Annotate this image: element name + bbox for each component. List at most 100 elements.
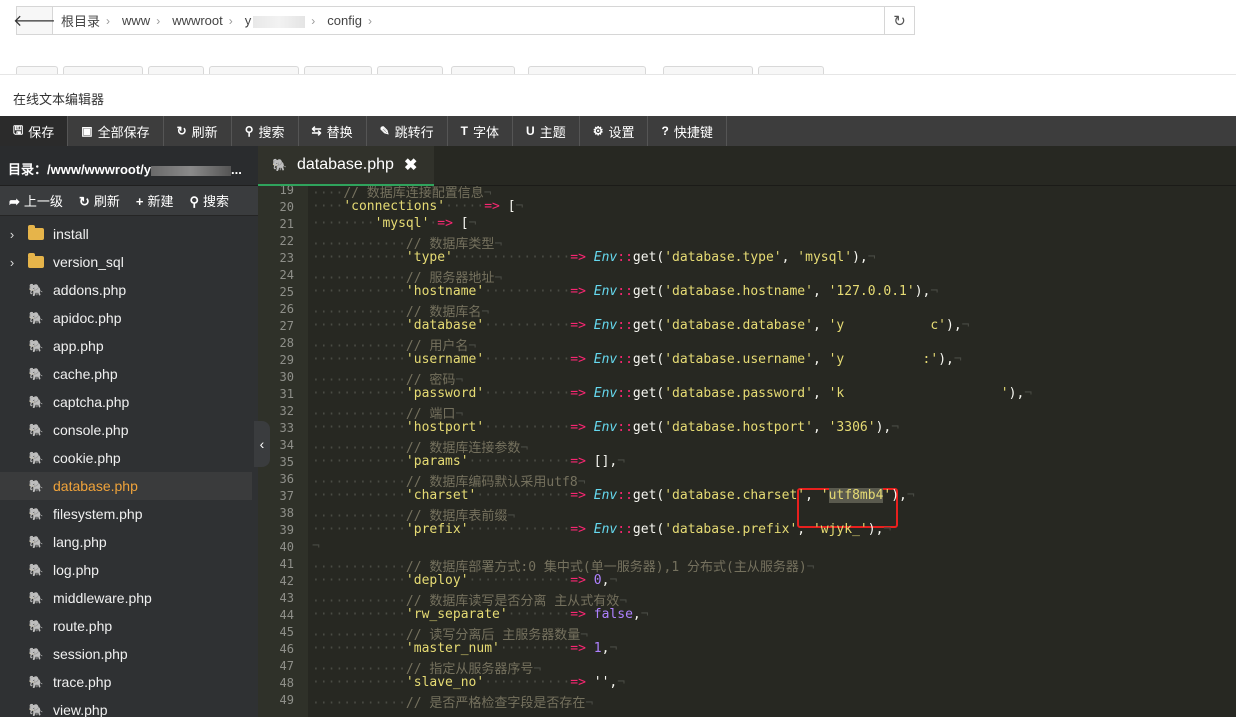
chevron-right-icon: › <box>228 13 233 28</box>
file-name: route.php <box>53 618 113 634</box>
code-operator: => <box>484 199 500 214</box>
toolbar-button-search[interactable]: ⚲ 搜索 <box>232 116 299 146</box>
code-editor[interactable]: 19 20 21 22 23 24 25 26 27 28 29 30 31 32 33 34 35 36 37 38… <box>258 186 1236 717</box>
tab-database-php[interactable]: 🐘 database.php ✖ <box>258 146 434 186</box>
indent-guide: ············ <box>312 488 406 503</box>
code-line: ············'deploy'·············=> 0,¬ <box>312 573 617 588</box>
breadcrumb-item[interactable]: y <box>237 13 312 28</box>
toolbar-button-shortcut[interactable]: ? 快捷键 <box>648 116 727 146</box>
toolbar-button-save[interactable]: 🖫 保存 <box>0 116 69 146</box>
indent-guide: ············ <box>312 420 406 435</box>
php-elephant-icon: 🐘 <box>28 563 44 577</box>
refresh-icon[interactable]: ↻ <box>884 7 914 34</box>
file-name: database.php <box>53 478 138 494</box>
file-list-item[interactable]: › install <box>0 220 252 248</box>
code-operator: :: <box>617 284 633 299</box>
toolbar-button-theme[interactable]: U 主题 <box>513 116 580 146</box>
code-string: 'database.type' <box>664 250 782 265</box>
eol-marker: ¬ <box>585 696 594 711</box>
code-line: ············'username'···········=> Env:… <box>312 352 962 367</box>
toolbar-button-jump[interactable]: ✎ 跳转行 <box>367 116 448 146</box>
toolbar-button-label: 保存 <box>28 124 55 140</box>
code-operator: => <box>570 522 586 537</box>
file-list-item[interactable]: 🐘 cookie.php <box>0 444 252 472</box>
file-list-item[interactable]: › version_sql <box>0 248 252 276</box>
code-key: 'master_num' <box>405 641 500 656</box>
line-number: 44 <box>279 608 294 622</box>
eol-marker: ¬ <box>609 573 618 588</box>
editor-tab-bar: 🐘 database.php ✖ <box>258 146 1236 186</box>
toolbar-button-refresh[interactable]: ↻ 刷新 <box>164 116 232 146</box>
indent-guide: ············ <box>312 318 406 333</box>
code-line: ············'slave_no'···········=> '',¬ <box>312 675 625 690</box>
file-list-item[interactable]: 🐘 session.php <box>0 640 252 668</box>
file-list-item[interactable]: 🐘 app.php <box>0 332 252 360</box>
file-name: filesystem.php <box>53 506 143 522</box>
code-operator: :: <box>617 250 633 265</box>
line-number: 23 <box>279 251 294 265</box>
breadcrumb-item[interactable]: config <box>319 13 368 28</box>
whitespace: ············· <box>468 454 571 469</box>
file-list-item[interactable]: 🐘 captcha.php <box>0 388 252 416</box>
file-list-item[interactable]: 🐘 console.php <box>0 416 252 444</box>
sidebar-action-plus[interactable]: + 新建 <box>127 191 181 210</box>
code-class: Env <box>593 386 618 401</box>
eol-marker: ¬ <box>312 539 320 554</box>
toolbar-button-font[interactable]: T 字体 <box>448 116 514 146</box>
sidebar-action-search[interactable]: ⚲ 搜索 <box>180 191 236 210</box>
file-list-item[interactable]: 🐘 filesystem.php <box>0 500 252 528</box>
toolbar-button-label: 字体 <box>473 124 500 140</box>
breadcrumb-item[interactable]: 根目录 <box>53 11 106 30</box>
toolbar-button-save-all[interactable]: ▣ 全部保存 <box>68 116 164 146</box>
code-key: 'rw_separate' <box>405 607 508 622</box>
toolbar-button-replace[interactable]: ⇆ 替换 <box>299 116 367 146</box>
back-arrow-icon[interactable]: 🡐 <box>13 7 56 34</box>
sidebar-action-refresh[interactable]: ↻ 刷新 <box>70 191 127 210</box>
whitespace: ····· <box>445 199 485 214</box>
breadcrumb-item[interactable]: wwwroot <box>164 13 229 28</box>
file-list-item[interactable]: 🐘 cache.php <box>0 360 252 388</box>
toolbar-button-settings[interactable]: ⚙ 设置 <box>580 116 649 146</box>
file-list-item[interactable]: 🐘 middleware.php <box>0 584 252 612</box>
code-bracket: [ <box>460 216 469 231</box>
chevron-right-icon[interactable]: › <box>0 227 24 242</box>
whitespace: ··········· <box>484 386 571 401</box>
code-punct: , <box>632 607 641 622</box>
sidebar-action-up[interactable]: ➦ 上一级 <box>0 191 70 210</box>
line-number: 27 <box>279 319 294 333</box>
toolbar-button-label: 主题 <box>539 124 566 140</box>
file-list-item[interactable]: 🐘 view.php <box>0 696 252 724</box>
whitespace: ··········· <box>484 420 571 435</box>
search-icon: ⚲ <box>189 194 199 209</box>
indent-guide: ············ <box>312 675 406 690</box>
code-key: 'charset' <box>405 488 477 503</box>
whitespace: ··········· <box>484 318 571 333</box>
file-list-item[interactable]: 🐘 trace.php <box>0 668 252 696</box>
code-operator: => <box>570 318 586 333</box>
breadcrumb-item[interactable]: www <box>114 13 156 28</box>
code-string: 'database.username' <box>664 352 813 367</box>
close-tab-icon[interactable]: ✖ <box>404 155 417 175</box>
file-list-item[interactable]: 🐘 log.php <box>0 556 252 584</box>
whitespace: ············ <box>476 488 571 503</box>
file-list-item[interactable]: 🐘 lang.php <box>0 528 252 556</box>
code-operator: => <box>437 216 453 231</box>
whitespace: ··········· <box>484 675 571 690</box>
collapse-sidebar-chevron-icon[interactable]: ‹ <box>254 421 270 467</box>
file-list-item[interactable]: 🐘 database.php <box>0 472 252 500</box>
whitespace: ··········· <box>484 284 571 299</box>
code-key: 'prefix' <box>405 522 469 537</box>
file-list-item[interactable]: 🐘 addons.php <box>0 276 252 304</box>
file-list-item[interactable]: 🐘 route.php <box>0 612 252 640</box>
up-icon: ➦ <box>9 194 20 209</box>
sidebar-action-label: 刷新 <box>93 194 120 209</box>
file-list-item[interactable]: 🐘 apidoc.php <box>0 304 252 332</box>
code-punct: , <box>812 386 829 401</box>
chevron-right-icon[interactable]: › <box>0 255 24 270</box>
code-class: Env <box>593 488 618 503</box>
code-string: 'database.charset' <box>664 488 806 503</box>
